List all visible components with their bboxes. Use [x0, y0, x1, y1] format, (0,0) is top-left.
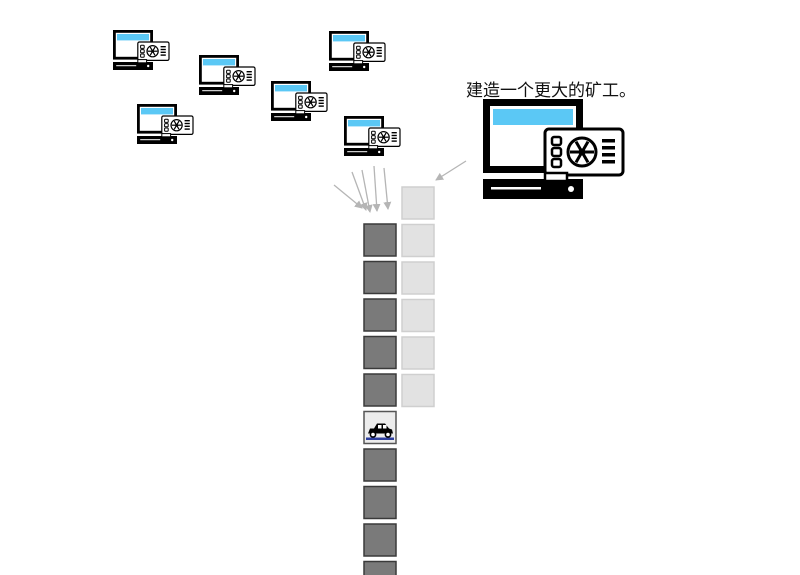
block-side-3 — [401, 261, 435, 295]
miner-small-6 — [344, 116, 401, 156]
block-main-2 — [363, 260, 397, 295]
block-side-5 — [401, 336, 435, 370]
block-main-3 — [363, 298, 397, 332]
miner-small-2-gpu-card — [223, 66, 256, 89]
miner-small-3 — [329, 31, 386, 71]
miner-small-1-gpu-card — [137, 41, 170, 64]
arrow-large-miner — [435, 160, 467, 181]
arrows-layer — [333, 160, 467, 213]
block-main-5 — [363, 373, 397, 407]
block-main-7 — [363, 448, 397, 482]
arrow-4 — [372, 165, 381, 212]
block-side-1 — [401, 186, 435, 220]
miners-layer — [113, 30, 625, 199]
miner-small-2 — [199, 55, 256, 95]
miner-small-5-gpu-card — [161, 115, 194, 138]
block-side-2 — [401, 223, 435, 258]
block-with-car — [363, 410, 397, 445]
block-main-4 — [363, 335, 397, 370]
miner-large — [483, 99, 625, 199]
block-main-8 — [363, 485, 397, 520]
arrow-5 — [383, 167, 392, 210]
miner-small-3-gpu-card — [353, 42, 386, 65]
diagram-stage: 建造一个更大的矿工。 — [0, 0, 800, 575]
block-side-4 — [401, 298, 435, 333]
arrow-3 — [361, 169, 373, 213]
miner-large-gpu-card — [543, 127, 625, 183]
diagram-canvas — [113, 30, 625, 575]
miner-small-1 — [113, 30, 170, 70]
miner-small-4 — [271, 81, 328, 121]
block-main-10 — [363, 560, 397, 575]
miner-small-5 — [137, 104, 194, 144]
miner-small-4-gpu-card — [295, 92, 328, 115]
block-main-1 — [363, 223, 397, 257]
blockchain-layer — [363, 186, 435, 575]
bigger-miner-caption: 建造一个更大的矿工。 — [466, 81, 636, 101]
block-side-6 — [401, 373, 435, 408]
block-main-9 — [363, 523, 397, 557]
miner-small-6-gpu-card — [368, 127, 401, 150]
